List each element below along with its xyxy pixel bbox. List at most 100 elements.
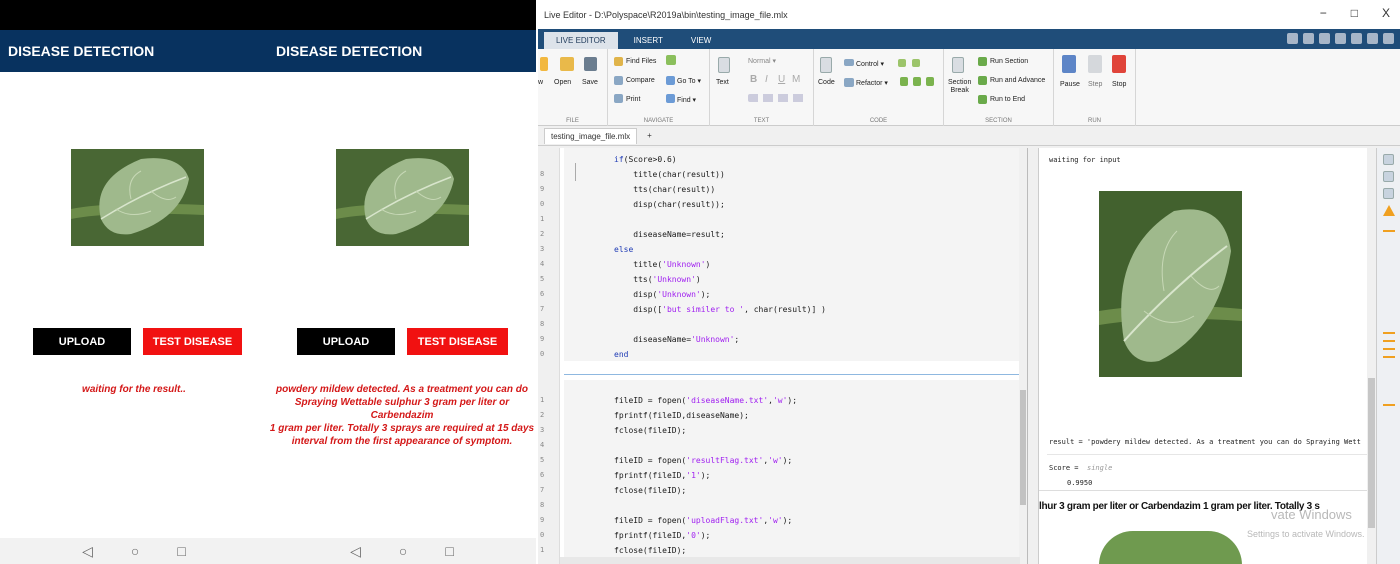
comment-icon[interactable] (912, 59, 920, 67)
code-line[interactable]: tts(char(result)) (614, 182, 715, 197)
new-label[interactable]: w (538, 79, 543, 86)
ribbon-toolbar: w Open Save FILE Find Files Compare Prin… (538, 49, 1400, 126)
save-icon[interactable] (1287, 33, 1298, 44)
issue-marker[interactable] (1382, 230, 1395, 232)
undo-icon[interactable] (1351, 33, 1362, 44)
code-line[interactable]: if(Score>0.6) (614, 152, 677, 167)
output-right-icon[interactable] (1383, 171, 1394, 182)
tab-live-editor[interactable]: LIVE EDITOR (544, 32, 618, 49)
indent-icon[interactable] (900, 77, 908, 86)
code-line[interactable]: fileID = fopen('uploadFlag.txt','w'); (614, 513, 792, 528)
upload-button[interactable]: UPLOAD (33, 328, 131, 355)
style-dropdown[interactable]: Normal ▾ (748, 57, 776, 65)
text-mode-icon[interactable] (1383, 188, 1394, 199)
code-line[interactable]: fileID = fopen('resultFlag.txt','w'); (614, 453, 792, 468)
score-value: 0.9950 (1067, 479, 1093, 487)
issue-marker[interactable] (1382, 332, 1395, 334)
run-section-button[interactable]: Run Section (990, 58, 1028, 65)
new-tab-button[interactable]: + (647, 131, 652, 140)
copy-icon[interactable] (1319, 33, 1330, 44)
open-button[interactable]: Open (554, 79, 571, 86)
code-line[interactable]: else (614, 242, 633, 257)
code-line[interactable]: diseaseName=result; (614, 227, 725, 242)
stop-button[interactable]: Stop (1112, 81, 1126, 88)
outdent-icon[interactable] (913, 77, 921, 86)
code-line[interactable]: fileID = fopen('diseaseName.txt','w'); (614, 393, 797, 408)
back-icon[interactable]: ◁ (350, 543, 361, 560)
find-files-button[interactable]: Find Files (626, 58, 656, 65)
test-disease-button[interactable]: TEST DISEASE (407, 328, 508, 355)
compare-button[interactable]: Compare (626, 77, 655, 84)
code-line[interactable]: fclose(fileID); (614, 423, 686, 438)
maximize-button[interactable]: □ (1351, 6, 1358, 20)
line-number: 7 (540, 305, 545, 313)
message-line: powdery mildew detected. As a treatment … (276, 384, 528, 395)
scrollbar-thumb[interactable] (1368, 378, 1375, 528)
ribbon-group-section: Section Break Run Section Run and Advanc… (944, 49, 1054, 126)
underline-button[interactable]: U (778, 74, 785, 85)
code-editor[interactable]: if(Score>0.6) 8 title(char(result)) 9 tts(… (538, 148, 1028, 564)
bold-button[interactable]: B (750, 74, 757, 85)
editor-scrollbar[interactable] (1019, 148, 1027, 564)
run-advance-button[interactable]: Run and Advance (990, 77, 1045, 84)
scrollbar-thumb[interactable] (1020, 390, 1026, 505)
code-line[interactable]: disp(char(result)); (614, 197, 725, 212)
horizontal-scrollbar[interactable] (560, 557, 1020, 564)
upload-button[interactable]: UPLOAD (297, 328, 395, 355)
minimize-button[interactable]: − (1320, 6, 1327, 20)
issue-marker[interactable] (1382, 348, 1395, 350)
code-button[interactable]: Code (818, 79, 835, 86)
back-icon[interactable]: ◁ (82, 543, 93, 560)
save-button[interactable]: Save (582, 79, 598, 86)
code-line[interactable]: fclose(fileID); (614, 483, 686, 498)
refactor-button[interactable]: Refactor ▾ (856, 79, 888, 87)
output-scrollbar[interactable] (1367, 148, 1376, 564)
code-line[interactable]: fprintf(fileID,'0'); (614, 528, 710, 543)
tab-view[interactable]: VIEW (679, 32, 723, 49)
issue-marker[interactable] (1382, 356, 1395, 358)
output-inline-icon[interactable] (1383, 154, 1394, 165)
code-line[interactable]: title('Unknown') (614, 257, 710, 272)
paste-icon[interactable] (1335, 33, 1346, 44)
code-line[interactable]: diseaseName='Unknown'; (614, 332, 739, 347)
italic-button[interactable]: I (765, 74, 768, 85)
code-line[interactable]: fprintf(fileID,'1'); (614, 468, 710, 483)
print-button[interactable]: Print (626, 96, 640, 103)
window-title: Live Editor - D:\Polyspace\R2019a\bin\te… (544, 9, 788, 20)
home-icon[interactable]: ○ (399, 543, 407, 559)
section-break-button[interactable]: Section Break (948, 79, 971, 95)
close-button[interactable]: X (1382, 6, 1390, 20)
step-button[interactable]: Step (1088, 81, 1102, 88)
cut-icon[interactable] (1303, 33, 1314, 44)
code-line[interactable]: tts('Unknown') (614, 272, 700, 287)
text-button[interactable]: Text (716, 79, 729, 86)
goto-button[interactable]: Go To ▾ (677, 77, 701, 85)
monospace-button[interactable]: M (792, 74, 800, 85)
tab-insert[interactable]: INSERT (622, 32, 675, 49)
group-label: NAVIGATE (643, 118, 674, 124)
code-line[interactable]: fprintf(fileID,diseaseName); (614, 408, 749, 423)
test-disease-button[interactable]: TEST DISEASE (143, 328, 242, 355)
code-line[interactable]: disp('Unknown'); (614, 287, 710, 302)
recents-icon[interactable]: □ (177, 543, 185, 559)
code-line[interactable]: title(char(result)) (614, 167, 725, 182)
redo-icon[interactable] (1367, 33, 1378, 44)
percent-icon[interactable] (898, 59, 906, 67)
help-icon[interactable] (1383, 33, 1394, 44)
find-button[interactable]: Find ▾ (677, 96, 696, 104)
home-icon[interactable]: ○ (131, 543, 139, 559)
code-line[interactable]: disp(['but similer to ', char(result)] ) (614, 302, 826, 317)
pause-button[interactable]: Pause (1060, 81, 1080, 88)
code-line[interactable]: fclose(fileID); (614, 543, 686, 558)
issue-marker[interactable] (1382, 340, 1395, 342)
file-tab[interactable]: testing_image_file.mlx (544, 127, 638, 144)
smart-indent-icon[interactable] (926, 77, 934, 86)
recents-icon[interactable]: □ (445, 543, 453, 559)
alignment-icons (748, 94, 806, 102)
run-to-end-button[interactable]: Run to End (990, 96, 1025, 103)
line-number: 1 (540, 546, 545, 554)
warning-icon[interactable] (1382, 205, 1395, 216)
control-button[interactable]: Control ▾ (856, 60, 884, 68)
issue-marker[interactable] (1382, 404, 1395, 406)
code-line[interactable]: end (614, 347, 628, 362)
